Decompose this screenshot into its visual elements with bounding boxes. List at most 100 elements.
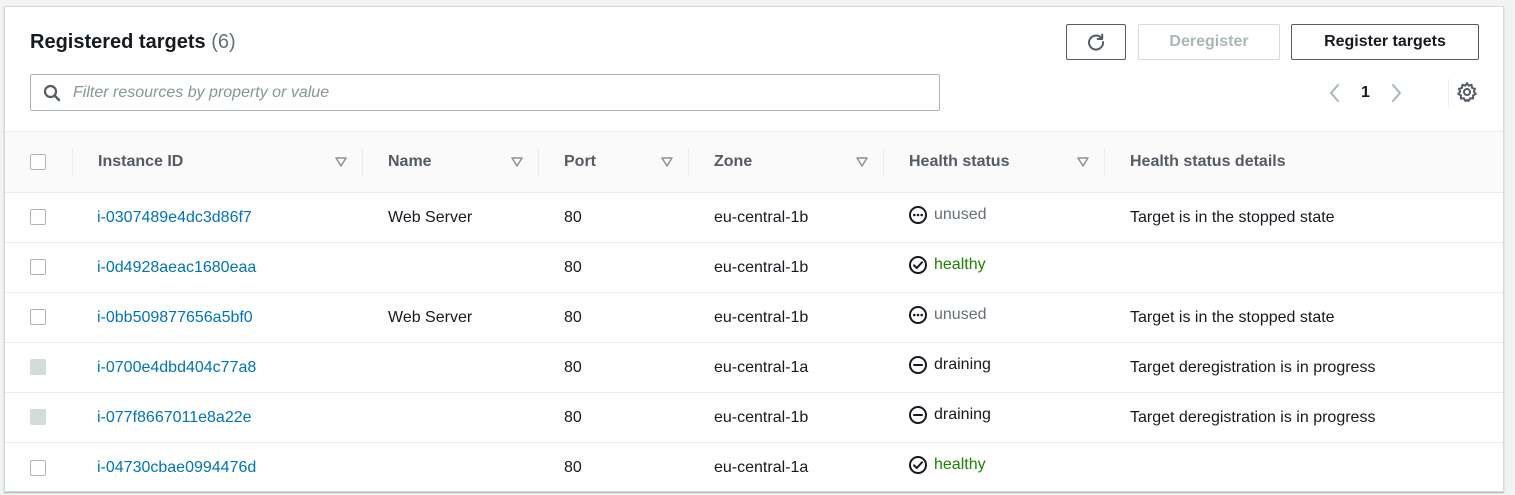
port-value: 80	[564, 408, 582, 426]
column-header-name[interactable]: Name	[363, 132, 539, 193]
health-status-details: Target is in the stopped state	[1130, 208, 1335, 226]
health-status-label: draining	[934, 356, 991, 373]
health-status: unused	[908, 305, 987, 325]
name-cell	[363, 443, 539, 493]
target-count: (6)	[211, 31, 236, 53]
port-value: 80	[564, 358, 582, 376]
refresh-icon	[1088, 33, 1105, 51]
row-checkbox	[30, 359, 46, 376]
instance-id-link[interactable]: i-0bb509877656a5bf0	[97, 309, 253, 326]
health-status-cell: draining	[884, 393, 1105, 443]
column-header-port[interactable]: Port	[539, 132, 689, 193]
row-select-cell	[5, 393, 73, 443]
row-checkbox	[30, 409, 46, 426]
prev-page-button[interactable]	[1323, 81, 1347, 105]
select-all-checkbox[interactable]	[30, 154, 46, 170]
column-header-zone[interactable]: Zone	[689, 132, 884, 193]
pager-divider	[1448, 79, 1449, 107]
column-label: Health status details	[1130, 153, 1286, 170]
port-cell: 80	[539, 193, 689, 243]
row-checkbox[interactable]	[30, 259, 46, 276]
table-row[interactable]: i-0d4928aeac1680eaa 80 eu-central-1b health…	[5, 243, 1503, 293]
row-select-cell	[5, 443, 73, 493]
instance-name: Web Server	[388, 208, 473, 226]
column-label: Instance ID	[98, 153, 184, 170]
health-details-cell	[1105, 443, 1503, 493]
port-value: 80	[564, 308, 582, 326]
instance-id-cell: i-0d4928aeac1680eaa	[73, 243, 363, 293]
chevron-right-icon	[1391, 84, 1401, 102]
health-details-cell: Target is in the stopped state	[1105, 293, 1503, 343]
table-row[interactable]: i-077f8667011e8a22e 80 eu-central-1b draini…	[5, 393, 1503, 443]
table-row[interactable]: i-04730cbae0994476d 80 eu-central-1a health…	[5, 443, 1503, 493]
filter-input[interactable]	[71, 82, 891, 103]
health-status: unused	[908, 205, 987, 225]
next-page-button[interactable]	[1384, 81, 1408, 105]
chevron-left-icon	[1330, 84, 1339, 102]
name-cell	[363, 343, 539, 393]
sort-caret-icon	[511, 157, 523, 167]
port-cell: 80	[539, 343, 689, 393]
instance-id-link[interactable]: i-0700e4dbd404c77a8	[97, 359, 256, 376]
health-status-cell: unused	[884, 293, 1105, 343]
zone-cell: eu-central-1a	[689, 443, 884, 493]
check-circle-icon	[909, 256, 927, 274]
health-details-cell: Target is in the stopped state	[1105, 193, 1503, 243]
name-cell	[363, 393, 539, 443]
targets-table: Instance ID Name Port Zone Health status…	[5, 131, 1503, 493]
port-cell: 80	[539, 393, 689, 443]
row-checkbox[interactable]	[30, 209, 46, 226]
zone-value: eu-central-1a	[714, 458, 809, 476]
row-select-cell	[5, 343, 73, 393]
row-select-cell	[5, 193, 73, 243]
register-targets-button[interactable]: Register targets	[1291, 24, 1479, 60]
health-status-cell: unused	[884, 193, 1105, 243]
zone-value: eu-central-1b	[714, 208, 809, 226]
row-checkbox[interactable]	[30, 309, 46, 326]
page-number-1[interactable]: 1	[1361, 84, 1370, 102]
pagination: 1	[1323, 79, 1408, 107]
table-row[interactable]: i-0307489e4dc3d86f7 Web Server 80 eu-centra…	[5, 193, 1503, 243]
zone-cell: eu-central-1b	[689, 293, 884, 343]
minus-circle-icon	[909, 356, 927, 374]
health-status-label: draining	[934, 406, 991, 423]
ellipsis-circle-icon	[909, 306, 927, 324]
instance-id-link[interactable]: i-0d4928aeac1680eaa	[97, 259, 256, 276]
registered-targets-panel: Registered targets (6) Deregister Regist…	[4, 6, 1504, 492]
name-cell	[363, 243, 539, 293]
column-label: Health status	[909, 153, 1010, 170]
minus-circle-icon	[909, 406, 927, 424]
preferences-button[interactable]	[1455, 80, 1479, 104]
health-status-cell: draining	[884, 343, 1105, 393]
page-title: Registered targets (6)	[30, 31, 236, 54]
health-details-cell: Target deregistration is in progress	[1105, 343, 1503, 393]
zone-value: eu-central-1b	[714, 308, 809, 326]
ellipsis-circle-icon	[909, 206, 927, 224]
sort-caret-icon	[856, 157, 868, 167]
row-checkbox[interactable]	[30, 459, 46, 476]
column-label: Port	[564, 153, 596, 170]
health-status-details: Target deregistration is in progress	[1130, 358, 1376, 376]
name-cell: Web Server	[363, 293, 539, 343]
filter-search-box[interactable]	[30, 74, 940, 111]
table-row[interactable]: i-0700e4dbd404c77a8 80 eu-central-1a draini…	[5, 343, 1503, 393]
instance-id-link[interactable]: i-077f8667011e8a22e	[97, 409, 252, 426]
instance-id-link[interactable]: i-04730cbae0994476d	[97, 459, 256, 476]
column-header-health-status[interactable]: Health status	[884, 132, 1105, 193]
column-header-instance-id[interactable]: Instance ID	[73, 132, 363, 193]
health-status: draining	[908, 405, 991, 425]
refresh-button[interactable]	[1066, 24, 1126, 60]
column-header-health-status-details[interactable]: Health status details	[1105, 132, 1503, 193]
zone-cell: eu-central-1a	[689, 343, 884, 393]
health-details-cell: Target deregistration is in progress	[1105, 393, 1503, 443]
zone-cell: eu-central-1b	[689, 193, 884, 243]
health-details-cell	[1105, 243, 1503, 293]
health-status: healthy	[908, 455, 986, 475]
port-cell: 80	[539, 443, 689, 493]
instance-id-link[interactable]: i-0307489e4dc3d86f7	[97, 209, 252, 226]
table-row[interactable]: i-0bb509877656a5bf0 Web Server 80 eu-centra…	[5, 293, 1503, 343]
health-status-label: unused	[934, 306, 987, 323]
search-icon	[43, 84, 61, 101]
check-circle-icon	[909, 456, 927, 475]
deregister-button[interactable]: Deregister	[1138, 24, 1280, 60]
